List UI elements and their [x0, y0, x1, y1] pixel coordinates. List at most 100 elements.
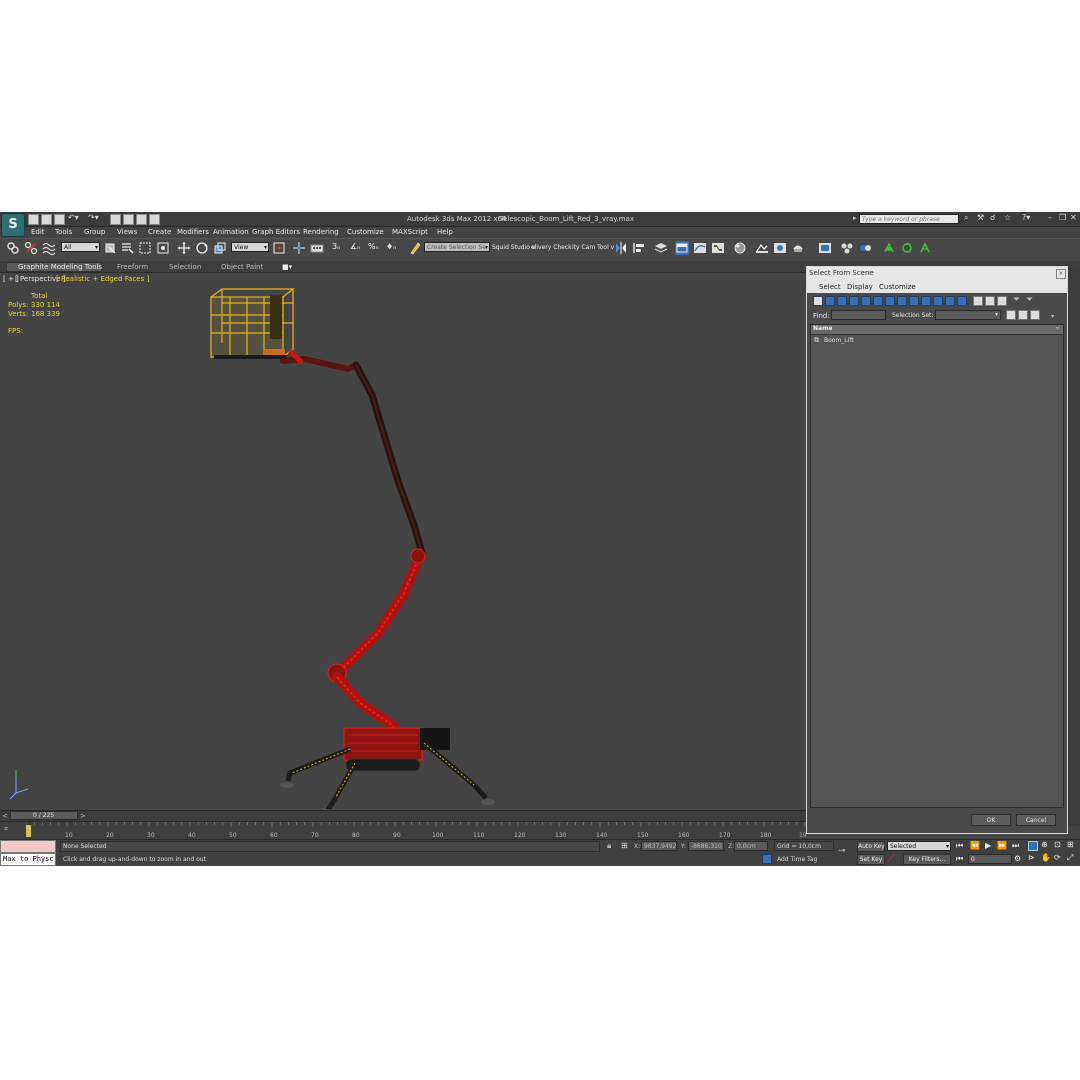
zoom-all-icon[interactable]: ⊕ — [1041, 840, 1048, 849]
x-coord-field[interactable]: 9837,9492 — [641, 841, 677, 851]
tab-selection[interactable]: Selection — [169, 263, 201, 271]
cancel-button[interactable]: Cancel — [1016, 814, 1056, 826]
undo-icon[interactable]: ↶▾ — [68, 213, 79, 222]
display-bones-icon[interactable] — [909, 296, 919, 306]
tab-freeform[interactable]: Freeform — [117, 263, 148, 271]
search-input[interactable] — [859, 214, 959, 224]
filter-icon[interactable]: ⏷ — [1013, 295, 1020, 305]
field-of-view-icon[interactable]: ⊳ — [1028, 853, 1035, 862]
utility-cam-tool-button[interactable]: ity Cam Tool v — [572, 244, 614, 251]
script-tool-icon-2[interactable] — [900, 241, 914, 255]
scene-list[interactable] — [810, 324, 1064, 808]
curve-editor-icon[interactable] — [693, 241, 707, 255]
window-crossing-icon[interactable] — [156, 241, 170, 255]
prev-frame-icon[interactable]: ⏪ — [970, 841, 980, 850]
quick-tool-icon-3[interactable] — [149, 214, 160, 225]
close-icon[interactable]: ✕ — [1070, 213, 1077, 222]
time-tag-icon[interactable] — [762, 854, 772, 864]
display-helpers-icon[interactable] — [861, 296, 871, 306]
binoculars-icon[interactable]: ⌕ — [964, 213, 968, 223]
sort-chevron-icon[interactable]: ▿ — [1056, 325, 1059, 332]
menu-edit[interactable]: Edit — [31, 228, 45, 236]
current-frame-field[interactable]: 0 — [968, 854, 1012, 864]
selection-lock-icon[interactable]: 🔒︎ — [607, 841, 611, 851]
column-header-name[interactable]: Name — [813, 325, 832, 332]
perspective-viewport[interactable]: [ + ] [ Perspective ] [ Realistic + Edge… — [0, 273, 807, 820]
select-none-icon[interactable] — [1018, 310, 1028, 320]
open-file-icon[interactable] — [41, 214, 52, 225]
restore-icon[interactable]: ❐ — [1059, 213, 1066, 222]
select-object-icon[interactable] — [103, 241, 117, 255]
sync-selection-icon[interactable] — [997, 296, 1007, 306]
goto-end-icon[interactable]: ⏭ — [1012, 841, 1019, 851]
list-item[interactable]: ⧉ Boom_Lift — [812, 336, 1062, 345]
select-invert-icon[interactable] — [1030, 310, 1040, 320]
time-prev-icon[interactable]: < — [2, 812, 8, 820]
select-and-move-icon[interactable] — [177, 241, 191, 255]
next-frame-icon[interactable]: ⏩ — [997, 841, 1007, 850]
selection-filter-dropdown[interactable]: All — [61, 242, 100, 253]
unlink-selection-icon[interactable] — [24, 241, 38, 255]
project-folder-icon[interactable] — [110, 214, 121, 225]
pan-view-icon[interactable]: ✋ — [1041, 853, 1051, 862]
help-icon[interactable]: ?▾ — [1022, 213, 1030, 222]
key-mode-toggle-icon[interactable]: ⏮ — [956, 854, 963, 864]
select-and-link-icon[interactable] — [6, 241, 20, 255]
object-replace-icon[interactable] — [858, 241, 872, 255]
select-all-icon[interactable] — [1006, 310, 1016, 320]
display-frozen-icon[interactable] — [933, 296, 943, 306]
key-mode-dropdown[interactable]: Selected — [887, 841, 951, 852]
orbit-icon[interactable]: ⟳ — [1054, 853, 1061, 862]
maximize-viewport-icon[interactable]: ⤢ — [1067, 853, 1073, 863]
layer-manager-icon[interactable] — [654, 241, 668, 255]
select-and-scale-icon[interactable] — [213, 241, 227, 255]
search-expand-icon[interactable]: ▸ — [853, 214, 857, 222]
key-filters-button[interactable]: Key Filters... — [903, 854, 951, 865]
communication-center-icon[interactable]: ☌ — [990, 213, 995, 222]
tab-object-paint[interactable]: Object Paint — [221, 263, 263, 271]
z-coord-field[interactable]: 0,0cm — [734, 841, 768, 851]
squid-studio-button[interactable]: Squid Studio v — [492, 244, 535, 251]
new-file-icon[interactable] — [28, 214, 39, 225]
selection-set-dropdown[interactable] — [935, 310, 1001, 320]
zoom-extents-icon[interactable]: ⊡ — [1054, 840, 1061, 849]
add-time-tag-button[interactable]: Add Time Tag — [777, 856, 817, 863]
favorites-star-icon[interactable]: ☆ — [1004, 213, 1011, 222]
boom-lift-model[interactable] — [0, 273, 806, 820]
redo-icon[interactable]: ↷▾ — [88, 213, 99, 222]
dialog-menu-customize[interactable]: Customize — [879, 283, 916, 291]
menu-views[interactable]: Views — [117, 228, 137, 236]
display-geometry-icon[interactable] — [813, 296, 823, 306]
minimize-icon[interactable]: – — [1048, 213, 1052, 222]
menu-maxscript[interactable]: MAXScript — [392, 228, 428, 236]
app-logo-icon[interactable]: S — [1, 213, 25, 237]
menu-create[interactable]: Create — [148, 228, 171, 236]
snaps-toggle-icon[interactable]: 3ₙ — [332, 242, 340, 251]
menu-rendering[interactable]: Rendering — [303, 228, 339, 236]
percent-snap-icon[interactable]: %ₙ — [368, 242, 379, 251]
menu-help[interactable]: Help — [437, 228, 453, 236]
graphite-ribbon-toggle-icon[interactable] — [675, 241, 689, 255]
set-key-icon[interactable]: ⟋ — [888, 854, 894, 864]
display-none-icon[interactable] — [973, 296, 983, 306]
menu-group[interactable]: Group — [84, 228, 105, 236]
dialog-toolbar-more-icon[interactable]: ▾ — [1051, 313, 1054, 320]
render-setup-icon[interactable] — [755, 241, 769, 255]
goto-start-icon[interactable]: ⏮ — [956, 841, 963, 851]
delivery-check-button[interactable]: elivery Check — [531, 244, 572, 251]
auto-key-button[interactable]: Auto Key — [857, 841, 885, 852]
menu-animation[interactable]: Animation — [213, 228, 249, 236]
display-cameras-icon[interactable] — [849, 296, 859, 306]
absolute-mode-icon[interactable]: ⊞ — [621, 841, 628, 850]
script-tool-icon-3[interactable] — [918, 241, 932, 255]
scatter-tool-icon[interactable] — [840, 241, 854, 255]
selection-set-chevron-icon[interactable]: ▾ — [995, 311, 998, 318]
script-tool-icon-1[interactable] — [882, 241, 896, 255]
set-key-button[interactable]: Set Key — [857, 854, 885, 865]
angle-snap-icon[interactable]: ∡ₙ — [350, 242, 360, 251]
play-icon[interactable]: ▶ — [985, 841, 991, 850]
ribbon-options-icon[interactable]: ■▾ — [282, 263, 292, 271]
default-in-out-key-icon[interactable]: ⊸ — [838, 846, 846, 856]
quick-tool-icon-2[interactable] — [136, 214, 147, 225]
display-invert-icon[interactable] — [985, 296, 995, 306]
